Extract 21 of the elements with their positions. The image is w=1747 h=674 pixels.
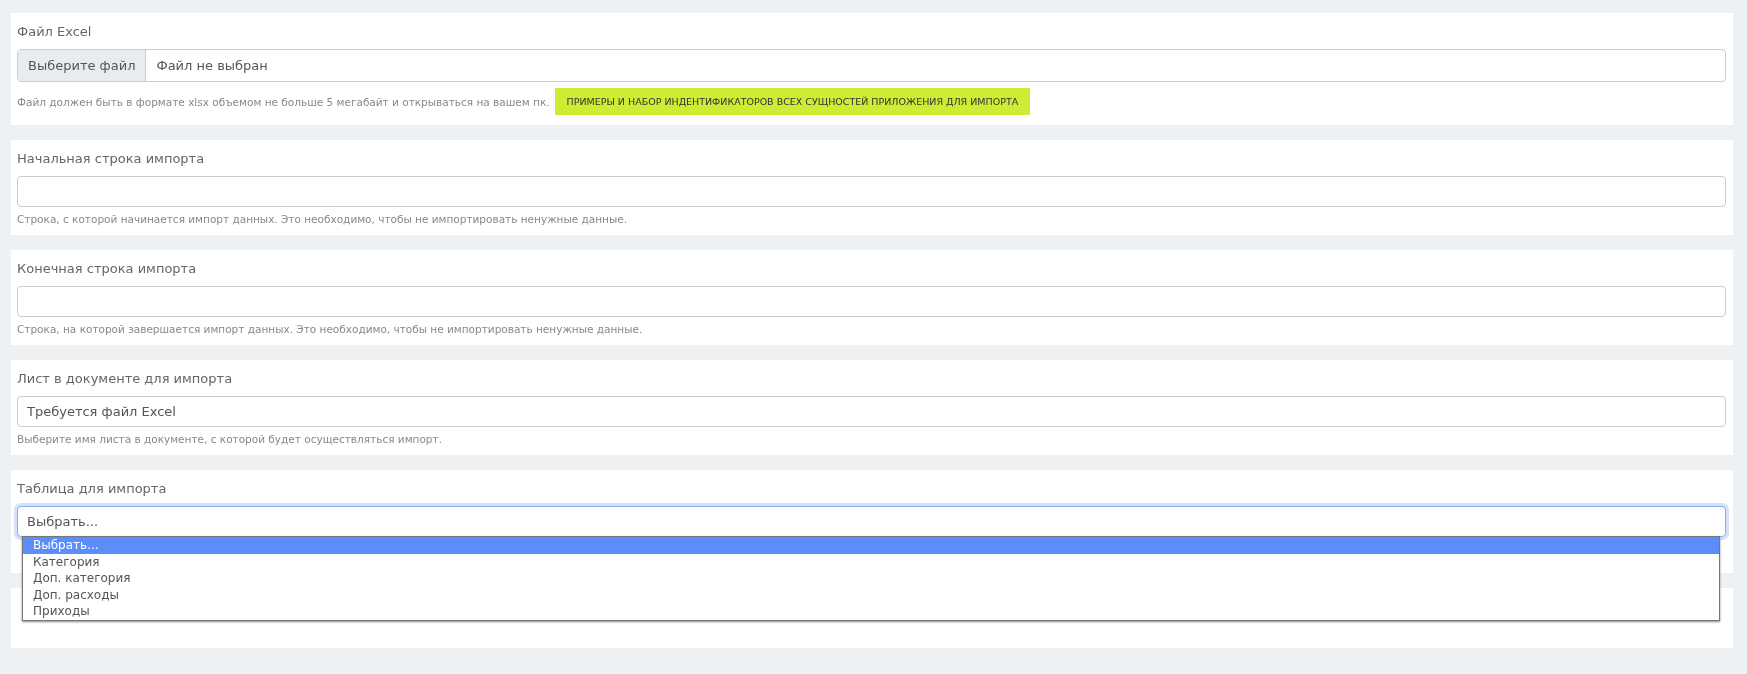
help-text: Строка, с которой начинается импорт данных. Это необходимо, чтобы не импортировать ненужные данные. (17, 213, 628, 225)
file-status: Файл не выбран (155, 57, 269, 75)
dropdown-option[interactable]: Категория (23, 553, 1719, 570)
input-field[interactable] (17, 286, 1726, 317)
dropdown-option[interactable]: Доп. расходы (23, 586, 1719, 603)
help-text: Файл должен быть в формате xlsx объемом не больше 5 мегабайт и открываться на вашем пк. (17, 95, 550, 108)
input-field[interactable] (17, 176, 1726, 207)
choose-file-button[interactable]: Выберите файл (18, 50, 147, 81)
input-field[interactable]: Требуется файл Excel (17, 396, 1726, 427)
file-input[interactable]: Выберите файл Файл не выбран (17, 49, 1726, 82)
dropdown-option[interactable]: Доп. категория (23, 570, 1719, 587)
field-label: Файл Excel (17, 23, 93, 41)
help-text: Строка, на которой завершается импорт данных. Это необходимо, чтобы не импортировать ненужные данные. (17, 323, 643, 335)
field-label: Начальная строка импорта (17, 150, 206, 168)
help-text: Выберите имя листа в документе, с которой будет осуществляться импорт. (17, 433, 442, 445)
dropdown-option[interactable]: Приходы (23, 603, 1719, 620)
field-label: Лист в документе для импорта (17, 370, 234, 388)
select-field[interactable]: Выбрать... (17, 506, 1726, 537)
examples-button[interactable]: ПРИМЕРЫ И НАБОР ИНДЕНТИФИКАТОРОВ ВСЕХ СУЩНОСТЕЙ ПРИЛОЖЕНИЯ ДЛЯ ИМПОРТА (554, 88, 1031, 115)
field-label: Конечная строка импорта (17, 260, 198, 278)
field-label: Таблица для импорта (17, 480, 168, 498)
